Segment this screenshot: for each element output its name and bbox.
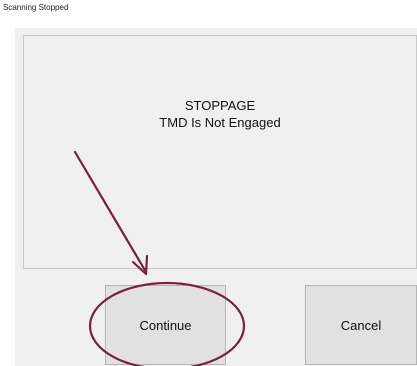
stoppage-heading: STOPPAGE (184, 98, 256, 113)
window-title: Scanning Stopped (3, 3, 69, 12)
continue-button-label: Continue (139, 317, 192, 333)
cancel-button-label: Cancel (340, 317, 382, 333)
stoppage-message: TMD Is Not Engaged (159, 115, 281, 130)
message-panel: STOPPAGE TMD Is Not Engaged (23, 35, 417, 269)
continue-button[interactable]: Continue (105, 285, 226, 365)
cancel-button[interactable]: Cancel (305, 285, 417, 365)
